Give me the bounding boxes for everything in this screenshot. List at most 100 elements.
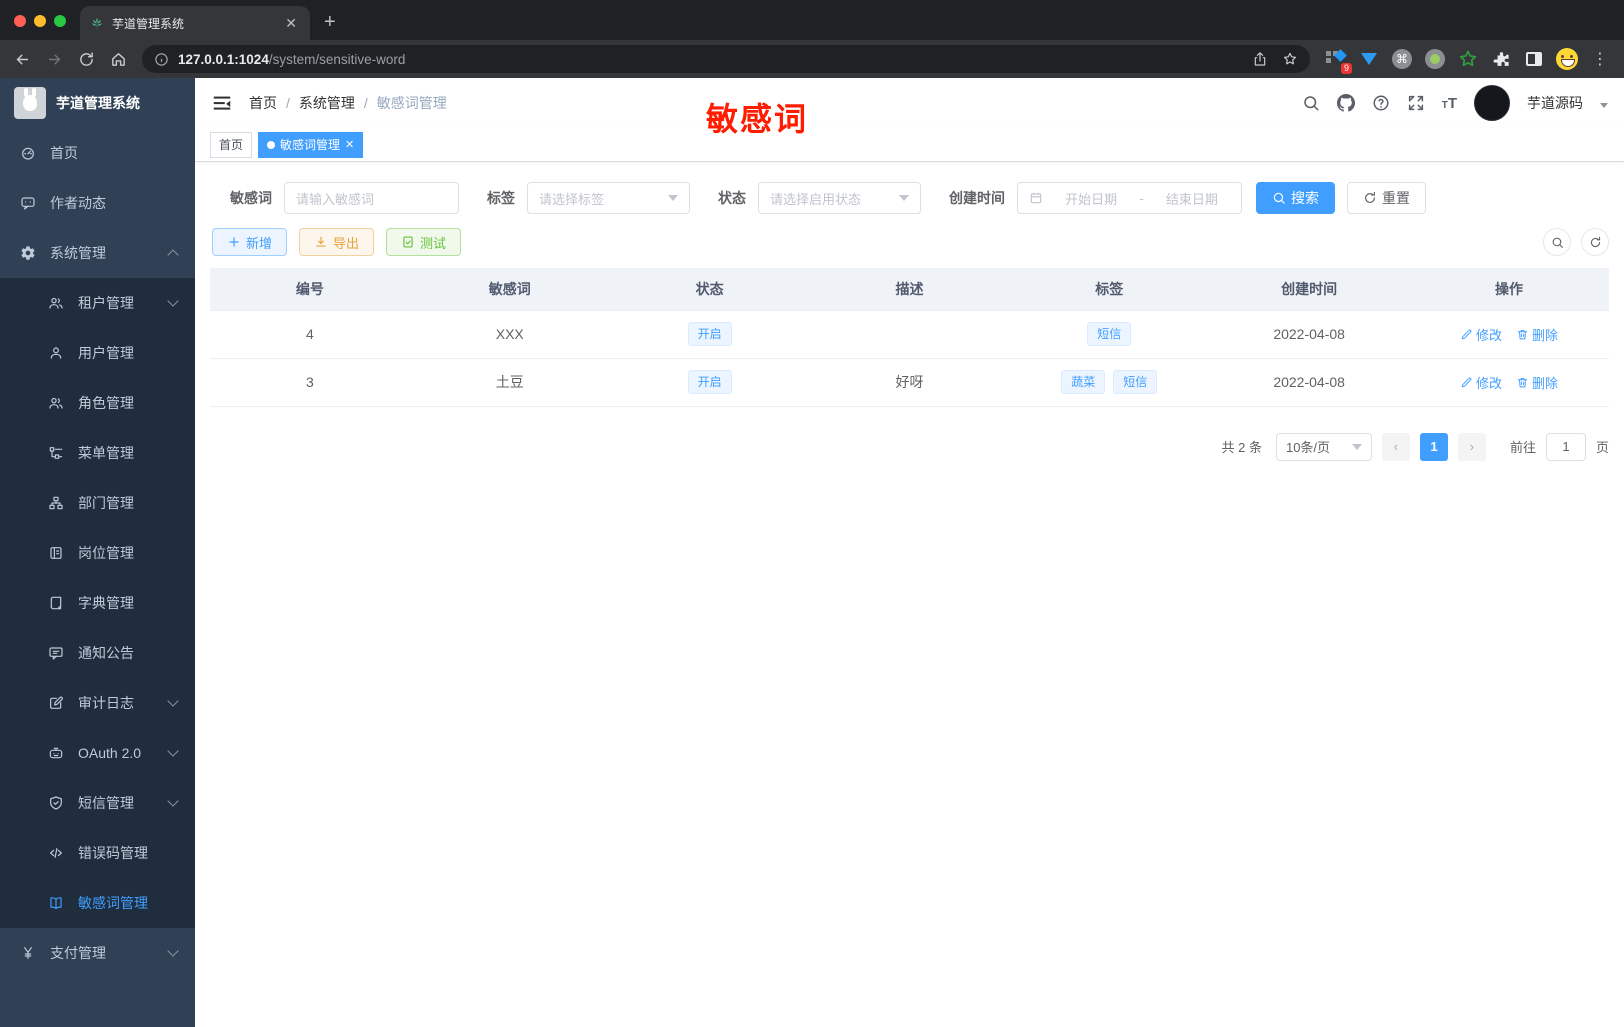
logo-avatar xyxy=(14,87,46,119)
status-tag: 开启 xyxy=(687,322,732,346)
people-icon xyxy=(48,295,64,311)
test-button[interactable]: 测试 xyxy=(386,228,462,256)
sidebar-item-菜单管理[interactable]: 菜单管理 xyxy=(0,428,195,478)
sidebar-item-错误码管理[interactable]: 错误码管理 xyxy=(0,828,195,878)
zoom-window-button[interactable] xyxy=(54,15,66,27)
sidebar-item-短信管理[interactable]: 短信管理 xyxy=(0,778,195,828)
date-range-picker[interactable]: 开始日期 - 结束日期 xyxy=(1017,182,1242,214)
sidebar-item-部门管理[interactable]: 部门管理 xyxy=(0,478,195,528)
breadcrumb-item[interactable]: 系统管理 xyxy=(299,93,355,113)
browser-tab[interactable]: 芋道管理系统 ✕ xyxy=(80,6,310,40)
chevron-down-icon xyxy=(167,695,179,707)
browser-tab-title: 芋道管理系统 xyxy=(112,16,185,31)
sidebar-item-审计日志[interactable]: 审计日志 xyxy=(0,678,195,728)
tags-view-tab-敏感词管理[interactable]: 敏感词管理 ✕ xyxy=(258,131,364,158)
browser-menu-icon[interactable]: ⋮ xyxy=(1588,47,1612,71)
new-tab-button[interactable]: + xyxy=(310,11,350,40)
github-icon[interactable] xyxy=(1336,94,1355,112)
minimize-window-button[interactable] xyxy=(34,15,46,27)
fullscreen-icon[interactable] xyxy=(1407,94,1425,112)
sidebar-item-作者动态[interactable]: 作者动态 xyxy=(0,178,195,228)
page-size-select[interactable]: 10条/页 xyxy=(1275,432,1372,461)
address-bar[interactable]: 127.0.0.1:1024/system/sensitive-word xyxy=(142,45,1310,73)
profile-avatar-icon[interactable] xyxy=(1555,47,1579,71)
tags-view-tab-首页[interactable]: 首页 xyxy=(210,131,253,158)
pinned-extension-icon[interactable]: 9 xyxy=(1324,47,1352,74)
header-search-icon[interactable] xyxy=(1302,94,1320,112)
column-header: 标签 xyxy=(1009,268,1210,310)
cell-desc xyxy=(809,309,1010,359)
sidebar-item-角色管理[interactable]: 角色管理 xyxy=(0,378,195,428)
search-button[interactable]: 搜索 xyxy=(1256,182,1335,214)
close-tab-icon[interactable]: ✕ xyxy=(345,138,354,151)
sidebar-item-字典管理[interactable]: 字典管理 xyxy=(0,578,195,628)
sidebar-item-岗位管理[interactable]: 岗位管理 xyxy=(0,528,195,578)
site-info-icon[interactable] xyxy=(154,52,169,67)
dict-icon xyxy=(48,595,64,611)
help-icon[interactable] xyxy=(1372,94,1390,112)
bookmark-star-icon[interactable] xyxy=(1282,51,1298,67)
star-extension-icon[interactable] xyxy=(1456,47,1480,71)
sidebar-item-label: 短信管理 xyxy=(78,795,134,811)
status-select[interactable]: 请选择启用状态 xyxy=(758,182,921,214)
add-button[interactable]: 新增 xyxy=(212,228,288,256)
keyword-input[interactable]: 请输入敏感词 xyxy=(284,182,459,214)
next-page-button[interactable]: › xyxy=(1457,432,1486,461)
collapse-sidebar-icon[interactable] xyxy=(211,92,233,114)
user-menu-caret-icon[interactable] xyxy=(1600,102,1608,108)
sidebar-item-系统管理[interactable]: 系统管理 xyxy=(0,228,195,278)
user-name[interactable]: 芋道源码 xyxy=(1527,93,1583,113)
main-area: 首页 / 系统管理 / 敏感词管理 TT 芋道源码 首页 敏感词管理 ✕ 敏感词 请输入敏感… xyxy=(195,78,1624,1027)
side-panel-icon[interactable] xyxy=(1522,47,1546,71)
goto-page-input[interactable]: 1 xyxy=(1545,432,1586,461)
chevron-down-icon xyxy=(167,945,179,957)
chat-icon xyxy=(20,195,36,211)
sidebar-item-支付管理[interactable]: 支付管理 xyxy=(0,928,195,978)
devtools-extension-icon[interactable] xyxy=(1357,47,1381,71)
shrink-search-button[interactable] xyxy=(1543,228,1571,256)
user-avatar[interactable] xyxy=(1474,85,1510,121)
close-window-button[interactable] xyxy=(14,15,26,27)
status-placeholder: 请选择启用状态 xyxy=(770,191,862,207)
sidebar-item-敏感词管理[interactable]: 敏感词管理 xyxy=(0,878,195,928)
active-dot-icon xyxy=(267,140,276,149)
sidebar-logo[interactable]: 芋道管理系统 xyxy=(0,78,195,128)
badge-icon xyxy=(48,545,64,561)
sensitive-word-table: 编号 敏感词 状态 描述 标签 创建时间 操作 4 XXX 开启 短信 2022-04-08 修改 删除… xyxy=(210,268,1609,407)
sidebar-item-oauth-2.0[interactable]: OAuth 2.0 xyxy=(0,728,195,778)
command-extension-icon[interactable]: ⌘ xyxy=(1390,47,1414,71)
traffic-lights xyxy=(0,15,80,40)
recorder-extension-icon[interactable] xyxy=(1423,47,1447,71)
home-button[interactable] xyxy=(104,45,132,73)
font-size-icon[interactable]: TT xyxy=(1442,95,1457,112)
date-start-placeholder[interactable]: 开始日期 xyxy=(1053,189,1129,208)
trash-icon xyxy=(1517,377,1528,387)
puzzle-extensions-icon[interactable] xyxy=(1489,47,1513,71)
table-row: 3 土豆 开启 好呀 蔬菜 短信 2022-04-08 修改 删除 xyxy=(210,358,1609,407)
breadcrumb-item[interactable]: 首页 xyxy=(249,93,277,113)
refresh-table-button[interactable] xyxy=(1581,228,1609,256)
tag-select[interactable]: 请选择标签 xyxy=(527,182,690,214)
sidebar-item-用户管理[interactable]: 用户管理 xyxy=(0,328,195,378)
back-button[interactable] xyxy=(8,45,36,73)
date-end-placeholder[interactable]: 结束日期 xyxy=(1154,189,1230,208)
edit-row-button[interactable]: 修改 xyxy=(1460,325,1502,344)
edit-row-button[interactable]: 修改 xyxy=(1460,373,1502,392)
prev-page-button[interactable]: ‹ xyxy=(1381,432,1410,461)
chevron-down-icon xyxy=(167,295,179,307)
delete-row-button[interactable]: 删除 xyxy=(1516,373,1558,392)
reload-button[interactable] xyxy=(72,45,100,73)
sidebar-item-通知公告[interactable]: 通知公告 xyxy=(0,628,195,678)
close-tab-icon[interactable]: ✕ xyxy=(282,15,300,32)
export-button[interactable]: 导出 xyxy=(299,228,375,256)
reset-button[interactable]: 重置 xyxy=(1347,182,1426,214)
share-icon[interactable] xyxy=(1252,51,1268,67)
pagination: 共 2 条 10条/页 ‹ 1 › 前往 1 页 xyxy=(210,432,1609,461)
delete-row-button[interactable]: 删除 xyxy=(1516,325,1558,344)
current-page-button[interactable]: 1 xyxy=(1419,432,1448,461)
tree-icon xyxy=(48,445,64,461)
sidebar-item-首页[interactable]: 首页 xyxy=(0,128,195,178)
sidebar-item-租户管理[interactable]: 租户管理 xyxy=(0,278,195,328)
chevron-down-icon xyxy=(167,745,179,757)
forward-button[interactable] xyxy=(40,45,68,73)
